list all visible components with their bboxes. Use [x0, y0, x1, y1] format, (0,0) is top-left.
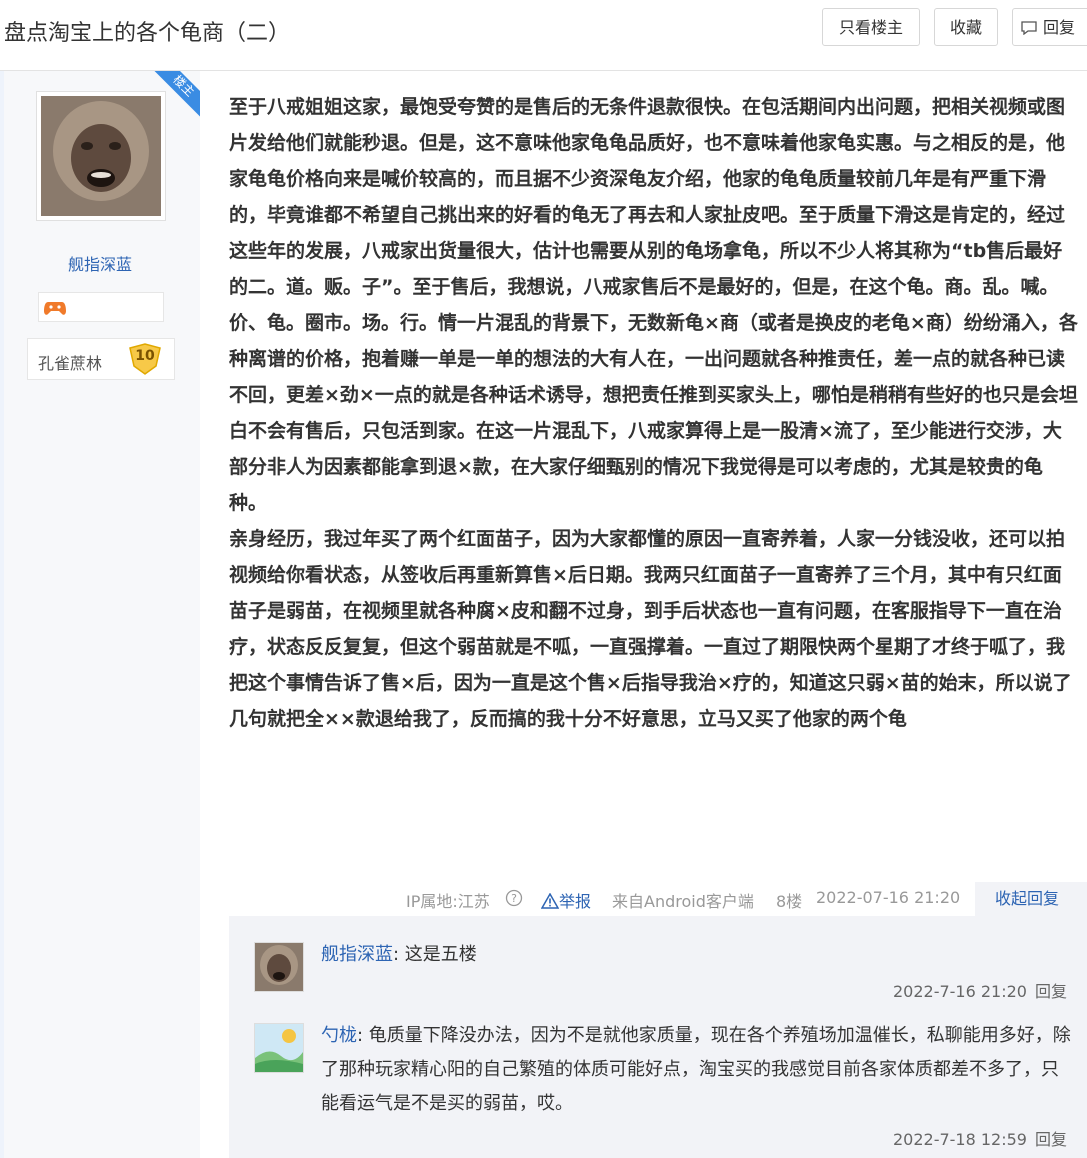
post-paragraph: 至于八戒姐姐这家，最饱受夸赞的是售后的无条件退款很快。在包活期间内出问题，把相关…: [229, 96, 1078, 514]
author-name[interactable]: 舰指深蓝: [0, 251, 200, 275]
ip-location: IP属地:江苏: [406, 892, 490, 911]
thread-title: 盘点淘宝上的各个龟商（二）: [4, 21, 291, 46]
comment-time: 2022-7-18 12:59: [892, 1130, 1027, 1149]
author-avatar[interactable]: [36, 91, 166, 221]
post-content: 至于八戒姐姐这家，最饱受夸赞的是售后的无条件退款很快。在包活期间内出问题，把相关…: [229, 89, 1079, 737]
author-level: 孔雀蔗林 10: [27, 338, 175, 380]
report-link[interactable]: 举报: [540, 888, 592, 912]
comment-body: 勺栊: 龟质量下降没办法，因为不是就他家质量，现在各个养殖场加温催长，私聊能用多…: [321, 1025, 1071, 1114]
reply-button[interactable]: 回复: [1012, 8, 1087, 46]
post-paragraph: 亲身经历，我过年买了两个红面苗子，因为大家都懂的原因一直寄养着，人家一分钱没收，…: [229, 528, 1072, 730]
favorite-button[interactable]: 收藏: [934, 8, 998, 46]
comment-avatar-image: [255, 1024, 303, 1072]
comment-text: 这是五楼: [404, 944, 477, 965]
comment-avatar-image: [255, 943, 303, 991]
post-footer: IP属地:江苏 ? 举报 来自Android客户端 8楼 2022-07-16 …: [229, 882, 1087, 916]
comment-meta: 2022-7-16 21:20 回复: [893, 978, 1067, 1002]
comment-reply-link[interactable]: 回复: [1035, 1130, 1067, 1149]
owner-ribbon: 楼主: [152, 71, 200, 119]
post-source: 来自Android客户端: [612, 892, 754, 911]
comment-user[interactable]: 舰指深蓝: [321, 944, 393, 965]
help-icon[interactable]: ?: [505, 889, 523, 907]
only-owner-button[interactable]: 只看楼主: [822, 8, 920, 46]
author-sidebar: 楼主 舰指深蓝 孔雀蔗林 10: [0, 71, 200, 1158]
level-number: 10: [135, 348, 155, 364]
comment-body: 舰指深蓝: 这是五楼: [321, 944, 477, 965]
comment-avatar[interactable]: [254, 942, 304, 992]
comment-avatar[interactable]: [254, 1023, 304, 1073]
svg-text:?: ?: [511, 892, 517, 905]
warning-icon: [540, 892, 560, 909]
collapse-replies-button[interactable]: 收起回复: [975, 882, 1087, 916]
comment-time: 2022-7-16 21:20: [892, 982, 1027, 1001]
thread-header: 盘点淘宝上的各个龟商（二） 只看楼主 收藏 回复: [0, 0, 1087, 71]
comment-text: 龟质量下降没办法，因为不是就他家质量，现在各个养殖场加温催长，私聊能用多好，除了…: [321, 1025, 1071, 1114]
post-time: 2022-07-16 21:20: [816, 888, 961, 907]
level-name: 孔雀蔗林: [38, 354, 103, 373]
gamepad-icon: [44, 302, 66, 315]
comment-meta: 2022-7-18 12:59 回复: [893, 1126, 1067, 1150]
author-badges: [38, 292, 164, 322]
reply-icon: [1021, 21, 1037, 35]
comment-reply-link[interactable]: 回复: [1035, 982, 1067, 1001]
report-label: 举报: [559, 892, 592, 911]
comment-user[interactable]: 勺栊: [321, 1025, 357, 1046]
reply-button-label: 回复: [1043, 18, 1076, 37]
avatar-image: [41, 96, 161, 216]
floor-number: 8楼: [776, 892, 803, 911]
reply-list: 舰指深蓝: 这是五楼 2022-7-16 21:20 回复 勺栊: 龟质量下降没办…: [229, 916, 1087, 1158]
